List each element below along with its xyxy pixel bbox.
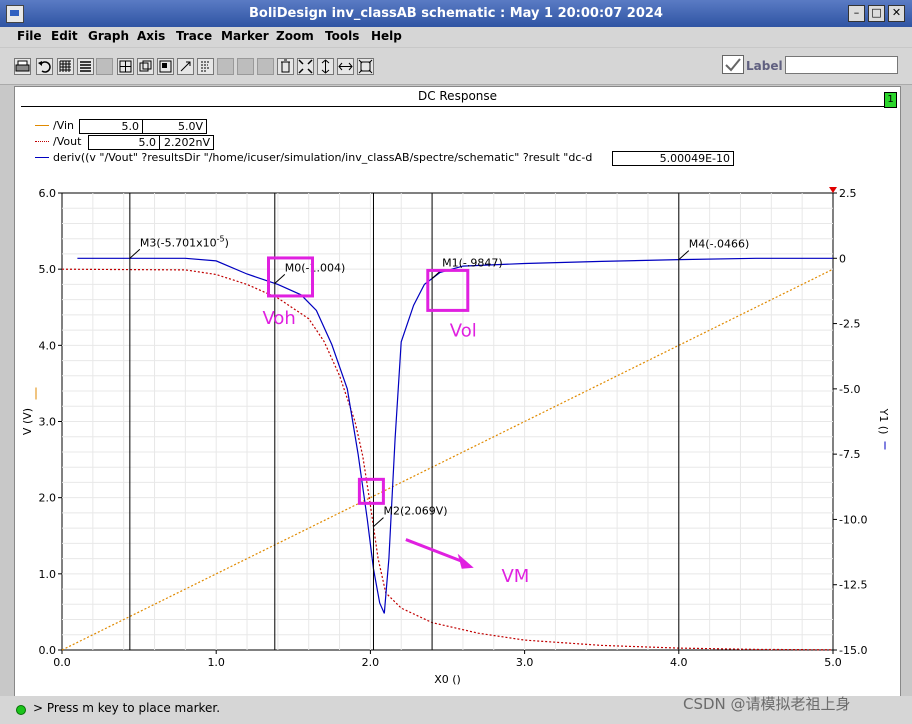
y2-tick-label: -5.0 bbox=[839, 383, 860, 396]
y-tick-label: 2.0 bbox=[39, 492, 57, 505]
menu-graph[interactable]: Graph bbox=[88, 29, 129, 43]
series-group bbox=[61, 257, 834, 651]
y2-tick-label: -12.5 bbox=[839, 579, 867, 592]
marker-label: M0(-1.004) bbox=[285, 261, 346, 274]
y-tick-label: 0.0 bbox=[39, 644, 57, 657]
frame-icon[interactable] bbox=[96, 58, 113, 75]
grid-icon[interactable] bbox=[57, 58, 74, 75]
y2-tick-label: 2.5 bbox=[839, 187, 857, 200]
print-icon[interactable] bbox=[14, 58, 31, 75]
status-light-icon bbox=[16, 705, 26, 715]
strip2-icon[interactable] bbox=[237, 58, 254, 75]
y-tick-label: 6.0 bbox=[39, 187, 57, 200]
marker-label: M1(-.9847) bbox=[442, 257, 503, 270]
y-tick-label: 1.0 bbox=[39, 568, 57, 581]
plot-area[interactable]: 0.0 1.0 2.0 3.0 4.0 5.0 0.0 1.0 2.0 3.0 4.0 5.0 6.0 -… bbox=[15, 87, 900, 697]
annotation-voh: Voh bbox=[263, 308, 296, 329]
zoom-y-icon[interactable] bbox=[337, 58, 354, 75]
y-axis-label: V (V) bbox=[21, 408, 34, 435]
x-tick-label: 2.0 bbox=[362, 656, 380, 669]
menu-help[interactable]: Help bbox=[371, 29, 402, 43]
vm-arrow-head bbox=[457, 553, 474, 569]
axis-marker-icon bbox=[829, 187, 837, 193]
y2-tick-label: -2.5 bbox=[839, 318, 860, 331]
marker-label: M2(2.069V) bbox=[383, 505, 447, 518]
maximize-button[interactable]: □ bbox=[868, 5, 885, 22]
undo-icon[interactable] bbox=[36, 58, 53, 75]
cascade-icon[interactable] bbox=[177, 58, 194, 75]
graph-panel: DC Response 1 /Vin 5.0 5.0V /Vout 5.0 2.… bbox=[14, 86, 901, 698]
annotation-vol: Vol bbox=[450, 320, 477, 341]
x-tick-label: 0.0 bbox=[53, 656, 71, 669]
y2-tick-label: -15.0 bbox=[839, 644, 867, 657]
x-tick-label: 3.0 bbox=[516, 656, 534, 669]
annotation-vm: VM bbox=[501, 566, 529, 587]
x-tick-label: 5.0 bbox=[824, 656, 842, 669]
table-icon[interactable] bbox=[257, 58, 274, 75]
list-icon[interactable] bbox=[77, 58, 94, 75]
watermark: CSDN @请模拟老祖上身 bbox=[683, 695, 851, 713]
marker-label: M4(-.0466) bbox=[689, 238, 750, 251]
y2-tick-label: -7.5 bbox=[839, 448, 860, 461]
window-title: BoliDesign inv_classAB schematic : May 1… bbox=[249, 6, 663, 21]
menu-bar: File Edit Graph Axis Trace Marker Zoom T… bbox=[0, 27, 912, 47]
status-text: > Press m key to place marker. bbox=[33, 701, 221, 715]
close-button[interactable]: ✕ bbox=[888, 5, 905, 22]
overlay-icon[interactable] bbox=[137, 58, 154, 75]
tag-icon[interactable] bbox=[197, 58, 214, 75]
menu-axis[interactable]: Axis bbox=[137, 29, 165, 43]
menu-edit[interactable]: Edit bbox=[51, 29, 78, 43]
marker-leader bbox=[678, 250, 690, 260]
marker-leader bbox=[373, 517, 384, 527]
y2-tick-label: -10.0 bbox=[839, 513, 867, 526]
y2-axis-label: Y1 () bbox=[877, 408, 890, 435]
menu-trace[interactable]: Trace bbox=[176, 29, 212, 43]
title-bar: BoliDesign inv_classAB schematic : May 1… bbox=[0, 0, 912, 27]
y-tick-label: 5.0 bbox=[39, 263, 57, 276]
series-line-0 bbox=[61, 268, 834, 651]
menu-tools[interactable]: Tools bbox=[325, 29, 359, 43]
stack-icon[interactable] bbox=[157, 58, 174, 75]
split-icon[interactable] bbox=[117, 58, 134, 75]
label-input[interactable] bbox=[785, 56, 898, 74]
menu-file[interactable]: File bbox=[17, 29, 42, 43]
y2-tick-label: 0 bbox=[839, 252, 846, 265]
label-checkbox[interactable] bbox=[722, 55, 744, 74]
marker-label: M3(-5.701x10-5) bbox=[140, 234, 229, 249]
x-tick-label: 4.0 bbox=[670, 656, 688, 669]
x-axis-label: X0 () bbox=[434, 673, 461, 686]
fit-icon[interactable] bbox=[297, 58, 314, 75]
y-tick-label: 4.0 bbox=[39, 339, 57, 352]
y-tick-label: 3.0 bbox=[39, 416, 57, 429]
label-checkbox-text: Label bbox=[746, 59, 783, 73]
menu-zoom[interactable]: Zoom bbox=[276, 29, 314, 43]
zoom-x-icon[interactable] bbox=[317, 58, 334, 75]
menu-marker[interactable]: Marker bbox=[221, 29, 269, 43]
zoom-box-icon[interactable] bbox=[357, 58, 374, 75]
delete-icon[interactable] bbox=[277, 58, 294, 75]
x-tick-label: 1.0 bbox=[207, 656, 225, 669]
strip-icon[interactable] bbox=[217, 58, 234, 75]
marker-leader bbox=[274, 273, 286, 284]
minimize-button[interactable]: – bbox=[848, 5, 865, 22]
